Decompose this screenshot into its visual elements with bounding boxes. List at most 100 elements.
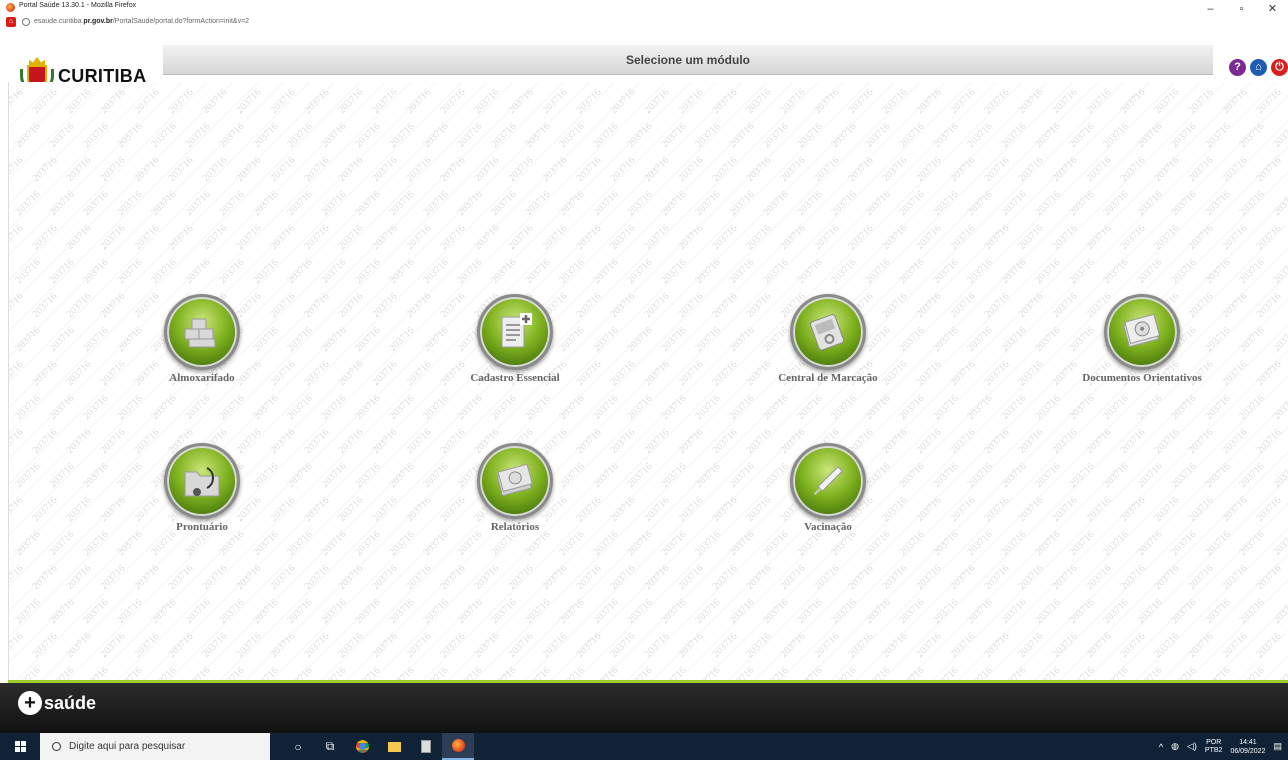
cortana-icon[interactable]: ○ [282,733,314,760]
watermark-text: 203716 [64,291,94,320]
module-almoxarifado[interactable]: Almoxarifado [127,294,277,384]
watermark-text: 203716 [370,291,400,320]
watermark-text: 203716 [1186,87,1216,116]
watermark-text: 203716 [608,155,638,184]
watermark-text: 203716 [965,597,995,626]
watermark-text: 203716 [200,563,230,592]
watermark-text: 203716 [319,665,349,680]
watermark-text: 203716 [914,87,944,116]
watermark-text: 203716 [625,393,655,422]
watermark-text: 203716 [251,665,281,680]
watermark-text: 203716 [81,665,111,680]
watermark-text: 203716 [608,291,638,320]
watermark-text: 203716 [1271,597,1288,626]
page-info-icon[interactable] [22,17,30,26]
watermark-text: 203716 [625,325,655,354]
module-relatorios[interactable]: Relatórios [440,443,590,533]
watermark-text: 203716 [608,427,638,456]
watermark-text: 203716 [47,665,77,680]
watermark-text: 203716 [98,427,128,456]
watermark-text: 203716 [64,495,94,524]
watermark-text: 203716 [438,223,468,252]
watermark-text: 203716 [370,427,400,456]
volume-icon[interactable]: ◁) [1187,741,1197,752]
url-text[interactable]: esaude.curitiba.pr.gov.br/PortalSaude/po… [34,18,249,25]
watermark-text: 203716 [642,87,672,116]
watermark-text: 203716 [421,121,451,150]
module-cadastro-essencial[interactable]: Cadastro Essencial [440,294,590,384]
network-icon[interactable]: ◍ [1171,741,1179,752]
watermark-text: 203716 [506,155,536,184]
watermark-text: 203716 [931,529,961,558]
watermark-text: 203716 [1220,631,1250,660]
watermark-text: 203716 [336,291,366,320]
watermark-text: 203716 [98,87,128,116]
module-documentos-orientativos[interactable]: Documentos Orientativos [1067,294,1217,384]
watermark-text: 203716 [370,87,400,116]
watermark-text: 203716 [1254,87,1284,116]
watermark-text: 203716 [523,665,553,680]
lock-icon[interactable]: ⌂ [1250,59,1267,76]
language-indicator[interactable]: POR PTB2 [1205,739,1223,755]
task-view-icon[interactable]: ⧉ [314,733,346,760]
watermark-text: 203716 [897,597,927,626]
chevron-up-icon[interactable]: ^ [1159,742,1163,752]
watermark-text: 203716 [1067,393,1097,422]
watermark-text: 203716 [846,87,876,116]
watermark-text: 203716 [999,597,1029,626]
watermark-text: 203716 [115,665,145,680]
calculator-icon[interactable] [410,733,442,760]
watermark-text: 203716 [965,325,995,354]
watermark-text: 203716 [30,631,60,660]
firefox-taskbar-icon[interactable] [442,733,474,760]
watermark-text: 203716 [438,631,468,660]
module-prontuario[interactable]: Prontuário [127,443,277,533]
watermark-text: 203716 [1118,495,1148,524]
watermark-text: 203716 [846,631,876,660]
watermark-text: 203716 [115,121,145,150]
watermark-text: 203716 [1169,529,1199,558]
close-window-button[interactable]: ✕ [1257,2,1288,16]
watermark-text: 203716 [98,495,128,524]
watermark-text: 203716 [1237,257,1267,286]
taskbar-search[interactable]: Digite aqui para pesquisar [40,733,270,760]
watermark-text: 203716 [132,223,162,252]
notifications-icon[interactable]: ▤ [1273,741,1282,752]
watermark-text: 203716 [98,291,128,320]
watermark-text: 203716 [115,393,145,422]
watermark-text: 203716 [1237,121,1267,150]
watermark-text: 203716 [693,597,723,626]
address-bar[interactable]: ⌂ esaude.curitiba.pr.gov.br/PortalSaude/… [6,15,249,28]
watermark-text: 203716 [183,189,213,218]
watermark-text: 203716 [931,393,961,422]
watermark-text: 203716 [812,223,842,252]
watermark-text: 203716 [1237,189,1267,218]
watermark-text: 203716 [880,155,910,184]
watermark-text: 203716 [914,427,944,456]
watermark-text: 203716 [608,223,638,252]
watermark-text: 203716 [234,563,264,592]
watermark-text: 203716 [999,665,1029,680]
module-vacinacao[interactable]: Vacinação [753,443,903,533]
module-central-de-marcacao[interactable]: Central de Marcação [753,294,903,384]
clock[interactable]: 14:41 06/09/2022 [1230,738,1265,756]
minimize-button[interactable]: – [1195,2,1226,16]
watermark-text: 203716 [302,631,332,660]
watermark-text: 203716 [132,155,162,184]
restore-button[interactable]: ▫ [1226,2,1257,16]
file-explorer-icon[interactable] [378,733,410,760]
watermark-text: 203716 [710,495,740,524]
watermark-text: 203716 [982,563,1012,592]
power-icon[interactable]: ⏻ [1271,59,1288,76]
watermark-text: 203716 [1016,87,1046,116]
watermark-text: 203716 [1220,359,1250,388]
watermark-text: 203716 [9,631,26,660]
chrome-icon[interactable] [346,733,378,760]
watermark-text: 203716 [897,257,927,286]
watermark-text: 203716 [1254,495,1284,524]
help-icon[interactable]: ? [1229,59,1246,76]
start-button[interactable] [0,733,40,760]
watermark-text: 203716 [574,155,604,184]
watermark-text: 203716 [727,665,757,680]
watermark-text: 203716 [1016,563,1046,592]
